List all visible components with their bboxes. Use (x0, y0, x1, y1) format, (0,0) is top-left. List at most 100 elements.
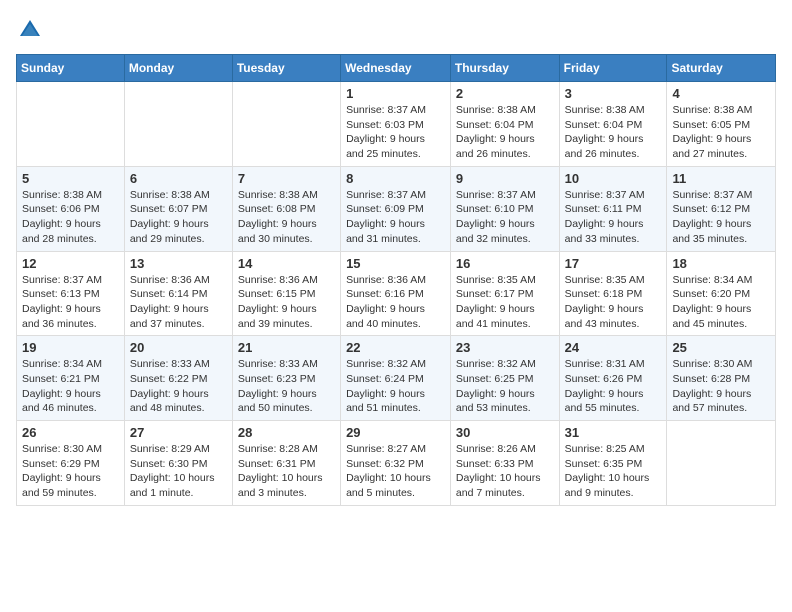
day-info: Sunrise: 8:36 AMSunset: 6:16 PMDaylight:… (346, 273, 445, 332)
weekday-header-row: SundayMondayTuesdayWednesdayThursdayFrid… (17, 55, 776, 82)
day-number: 16 (456, 256, 554, 271)
calendar-table: SundayMondayTuesdayWednesdayThursdayFrid… (16, 54, 776, 506)
day-number: 28 (238, 425, 335, 440)
day-info: Sunrise: 8:28 AMSunset: 6:31 PMDaylight:… (238, 442, 335, 501)
calendar-week-row: 19 Sunrise: 8:34 AMSunset: 6:21 PMDayligh… (17, 336, 776, 421)
day-info: Sunrise: 8:32 AMSunset: 6:24 PMDaylight:… (346, 357, 445, 416)
calendar-cell: 22 Sunrise: 8:32 AMSunset: 6:24 PMDayligh… (341, 336, 451, 421)
day-number: 31 (565, 425, 662, 440)
calendar-cell (232, 82, 340, 167)
calendar-cell (124, 82, 232, 167)
calendar-cell: 29 Sunrise: 8:27 AMSunset: 6:32 PMDayligh… (341, 421, 451, 506)
day-info: Sunrise: 8:30 AMSunset: 6:28 PMDaylight:… (672, 357, 770, 416)
weekday-header: Sunday (17, 55, 125, 82)
day-number: 5 (22, 171, 119, 186)
weekday-header: Saturday (667, 55, 776, 82)
day-info: Sunrise: 8:26 AMSunset: 6:33 PMDaylight:… (456, 442, 554, 501)
logo-icon (16, 16, 44, 44)
day-number: 22 (346, 340, 445, 355)
calendar-cell: 31 Sunrise: 8:25 AMSunset: 6:35 PMDayligh… (559, 421, 667, 506)
day-info: Sunrise: 8:36 AMSunset: 6:15 PMDaylight:… (238, 273, 335, 332)
day-info: Sunrise: 8:31 AMSunset: 6:26 PMDaylight:… (565, 357, 662, 416)
day-number: 15 (346, 256, 445, 271)
day-info: Sunrise: 8:37 AMSunset: 6:09 PMDaylight:… (346, 188, 445, 247)
day-info: Sunrise: 8:36 AMSunset: 6:14 PMDaylight:… (130, 273, 227, 332)
calendar-cell: 13 Sunrise: 8:36 AMSunset: 6:14 PMDayligh… (124, 251, 232, 336)
calendar-cell: 28 Sunrise: 8:28 AMSunset: 6:31 PMDayligh… (232, 421, 340, 506)
day-number: 25 (672, 340, 770, 355)
calendar-week-row: 1 Sunrise: 8:37 AMSunset: 6:03 PMDaylight… (17, 82, 776, 167)
day-number: 19 (22, 340, 119, 355)
page-header (16, 16, 776, 44)
day-info: Sunrise: 8:35 AMSunset: 6:17 PMDaylight:… (456, 273, 554, 332)
calendar-week-row: 12 Sunrise: 8:37 AMSunset: 6:13 PMDayligh… (17, 251, 776, 336)
day-number: 27 (130, 425, 227, 440)
calendar-cell: 21 Sunrise: 8:33 AMSunset: 6:23 PMDayligh… (232, 336, 340, 421)
day-number: 11 (672, 171, 770, 186)
logo (16, 16, 48, 44)
calendar-cell: 4 Sunrise: 8:38 AMSunset: 6:05 PMDaylight… (667, 82, 776, 167)
calendar-cell: 24 Sunrise: 8:31 AMSunset: 6:26 PMDayligh… (559, 336, 667, 421)
day-number: 6 (130, 171, 227, 186)
day-number: 4 (672, 86, 770, 101)
calendar-cell: 17 Sunrise: 8:35 AMSunset: 6:18 PMDayligh… (559, 251, 667, 336)
calendar-cell: 3 Sunrise: 8:38 AMSunset: 6:04 PMDaylight… (559, 82, 667, 167)
day-info: Sunrise: 8:34 AMSunset: 6:20 PMDaylight:… (672, 273, 770, 332)
day-number: 1 (346, 86, 445, 101)
weekday-header: Thursday (450, 55, 559, 82)
weekday-header: Tuesday (232, 55, 340, 82)
calendar-cell: 11 Sunrise: 8:37 AMSunset: 6:12 PMDayligh… (667, 166, 776, 251)
calendar-cell: 25 Sunrise: 8:30 AMSunset: 6:28 PMDayligh… (667, 336, 776, 421)
day-info: Sunrise: 8:30 AMSunset: 6:29 PMDaylight:… (22, 442, 119, 501)
day-info: Sunrise: 8:37 AMSunset: 6:03 PMDaylight:… (346, 103, 445, 162)
weekday-header: Wednesday (341, 55, 451, 82)
calendar-cell: 14Sunrise: 8:36 AMSunset: 6:15 PMDayligh… (232, 251, 340, 336)
calendar-cell: 30 Sunrise: 8:26 AMSunset: 6:33 PMDayligh… (450, 421, 559, 506)
day-info: Sunrise: 8:37 AMSunset: 6:13 PMDaylight:… (22, 273, 119, 332)
day-number: 23 (456, 340, 554, 355)
calendar-cell: 26Sunrise: 8:30 AMSunset: 6:29 PMDayligh… (17, 421, 125, 506)
day-number: 29 (346, 425, 445, 440)
calendar-cell: 8 Sunrise: 8:37 AMSunset: 6:09 PMDaylight… (341, 166, 451, 251)
calendar-cell: 5 Sunrise: 8:38 AMSunset: 6:06 PMDaylight… (17, 166, 125, 251)
calendar-cell: 2 Sunrise: 8:38 AMSunset: 6:04 PMDaylight… (450, 82, 559, 167)
calendar-cell: 19 Sunrise: 8:34 AMSunset: 6:21 PMDayligh… (17, 336, 125, 421)
day-number: 17 (565, 256, 662, 271)
calendar-cell (667, 421, 776, 506)
calendar-cell (17, 82, 125, 167)
day-info: Sunrise: 8:34 AMSunset: 6:21 PMDaylight:… (22, 357, 119, 416)
day-number: 13 (130, 256, 227, 271)
day-info: Sunrise: 8:38 AMSunset: 6:07 PMDaylight:… (130, 188, 227, 247)
calendar-cell: 16 Sunrise: 8:35 AMSunset: 6:17 PMDayligh… (450, 251, 559, 336)
day-number: 30 (456, 425, 554, 440)
calendar-week-row: 5 Sunrise: 8:38 AMSunset: 6:06 PMDaylight… (17, 166, 776, 251)
day-info: Sunrise: 8:38 AMSunset: 6:06 PMDaylight:… (22, 188, 119, 247)
day-info: Sunrise: 8:25 AMSunset: 6:35 PMDaylight:… (565, 442, 662, 501)
day-info: Sunrise: 8:38 AMSunset: 6:08 PMDaylight:… (238, 188, 335, 247)
calendar-cell: 20Sunrise: 8:33 AMSunset: 6:22 PMDayligh… (124, 336, 232, 421)
day-info: Sunrise: 8:38 AMSunset: 6:04 PMDaylight:… (565, 103, 662, 162)
day-number: 12 (22, 256, 119, 271)
day-info: Sunrise: 8:32 AMSunset: 6:25 PMDaylight:… (456, 357, 554, 416)
day-number: 3 (565, 86, 662, 101)
day-info: Sunrise: 8:37 AMSunset: 6:11 PMDaylight:… (565, 188, 662, 247)
day-number: 2 (456, 86, 554, 101)
day-number: 7 (238, 171, 335, 186)
day-info: Sunrise: 8:27 AMSunset: 6:32 PMDaylight:… (346, 442, 445, 501)
day-info: Sunrise: 8:37 AMSunset: 6:12 PMDaylight:… (672, 188, 770, 247)
day-number: 21 (238, 340, 335, 355)
day-info: Sunrise: 8:38 AMSunset: 6:04 PMDaylight:… (456, 103, 554, 162)
calendar-week-row: 26Sunrise: 8:30 AMSunset: 6:29 PMDayligh… (17, 421, 776, 506)
calendar-cell: 7 Sunrise: 8:38 AMSunset: 6:08 PMDaylight… (232, 166, 340, 251)
day-info: Sunrise: 8:38 AMSunset: 6:05 PMDaylight:… (672, 103, 770, 162)
day-info: Sunrise: 8:35 AMSunset: 6:18 PMDaylight:… (565, 273, 662, 332)
calendar-cell: 18Sunrise: 8:34 AMSunset: 6:20 PMDayligh… (667, 251, 776, 336)
day-number: 24 (565, 340, 662, 355)
weekday-header: Monday (124, 55, 232, 82)
calendar-cell: 23 Sunrise: 8:32 AMSunset: 6:25 PMDayligh… (450, 336, 559, 421)
day-info: Sunrise: 8:33 AMSunset: 6:22 PMDaylight:… (130, 357, 227, 416)
day-info: Sunrise: 8:33 AMSunset: 6:23 PMDaylight:… (238, 357, 335, 416)
calendar-cell: 12 Sunrise: 8:37 AMSunset: 6:13 PMDayligh… (17, 251, 125, 336)
calendar-cell: 1 Sunrise: 8:37 AMSunset: 6:03 PMDaylight… (341, 82, 451, 167)
day-number: 8 (346, 171, 445, 186)
